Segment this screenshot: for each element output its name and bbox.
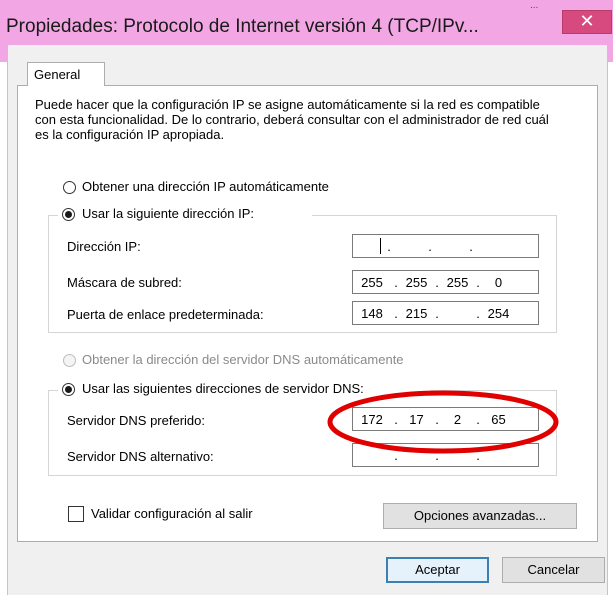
validate-checkbox[interactable] (68, 506, 84, 522)
ok-button[interactable]: Aceptar (386, 557, 489, 583)
validate-checkbox-label[interactable]: Validar configuración al salir (91, 506, 253, 521)
cancel-button[interactable]: Cancelar (502, 557, 605, 583)
tab-general[interactable]: General (27, 62, 105, 86)
advanced-options-button[interactable]: Opciones avanzadas... (383, 503, 577, 529)
